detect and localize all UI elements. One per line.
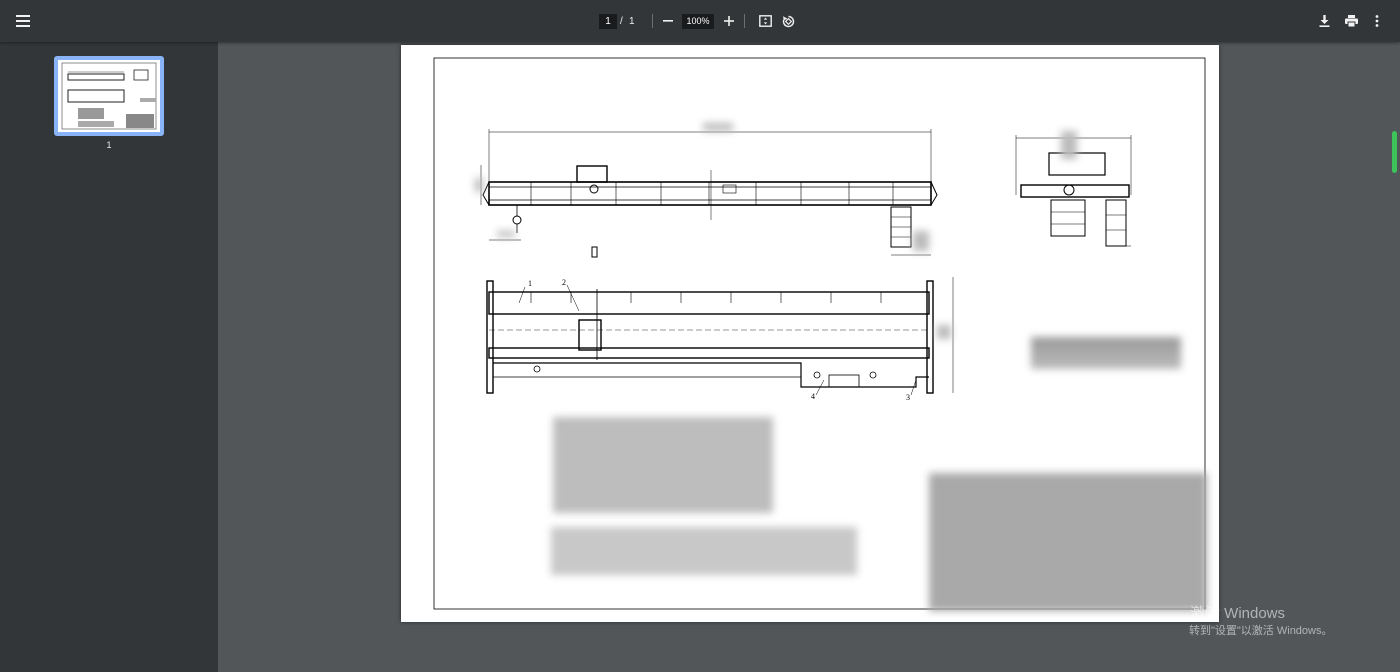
toolbar-divider	[652, 14, 653, 28]
fit-page-icon	[758, 15, 772, 27]
balloon-label-3: 3	[906, 393, 910, 402]
scrollbar-thumb[interactable]	[1392, 131, 1397, 173]
activation-watermark-subtitle: 转到"设置"以激活 Windows。	[1189, 625, 1333, 637]
activation-watermark-title: 激活 Windows	[1190, 605, 1286, 622]
thumbnail-page-label: 1	[106, 140, 112, 150]
page-number-input[interactable]: 1	[599, 14, 617, 29]
zoom-level-input[interactable]: 100%	[682, 14, 714, 29]
minus-icon	[663, 20, 673, 22]
pdf-page: 1 2 3 4	[401, 45, 1219, 622]
zoom-out-button[interactable]	[654, 7, 682, 35]
thumbnail-image	[58, 60, 160, 132]
blurred-parts-list	[551, 527, 857, 575]
balloon-label-4: 4	[811, 392, 815, 401]
more-vert-icon	[1375, 15, 1379, 27]
rotate-button[interactable]	[774, 7, 802, 35]
zoom-in-button[interactable]	[715, 7, 743, 35]
page-total: 1	[629, 16, 635, 27]
balloon-label-1: 1	[528, 279, 532, 288]
page-thumbnail[interactable]	[54, 56, 164, 136]
pdf-toolbar: 1 / 1 100%	[0, 0, 1400, 42]
blurred-dimension-label	[497, 231, 515, 237]
more-options-button[interactable]	[1363, 7, 1391, 35]
download-icon	[1319, 15, 1329, 27]
blurred-specification-table	[553, 417, 773, 513]
thumbnail-sidebar: 1	[0, 42, 218, 672]
plan-view	[486, 277, 954, 396]
blurred-dimension-label	[1061, 131, 1077, 159]
toolbar-divider	[744, 14, 745, 28]
blurred-dimension-label	[913, 231, 929, 251]
page-separator: /	[620, 16, 623, 27]
download-button[interactable]	[1310, 7, 1338, 35]
blurred-dimension-label	[475, 178, 483, 192]
blurred-title-block	[929, 473, 1207, 611]
rotate-icon	[782, 15, 794, 27]
menu-icon	[16, 15, 30, 27]
plus-icon	[724, 16, 734, 26]
front-elevation	[480, 129, 938, 258]
blurred-dimension-label	[937, 325, 951, 339]
blurred-note-text	[1031, 337, 1181, 369]
menu-button[interactable]	[9, 7, 37, 35]
print-button[interactable]	[1337, 7, 1365, 35]
balloon-label-2: 2	[562, 278, 566, 287]
blurred-dimension-label	[703, 123, 733, 131]
print-icon	[1344, 15, 1358, 27]
